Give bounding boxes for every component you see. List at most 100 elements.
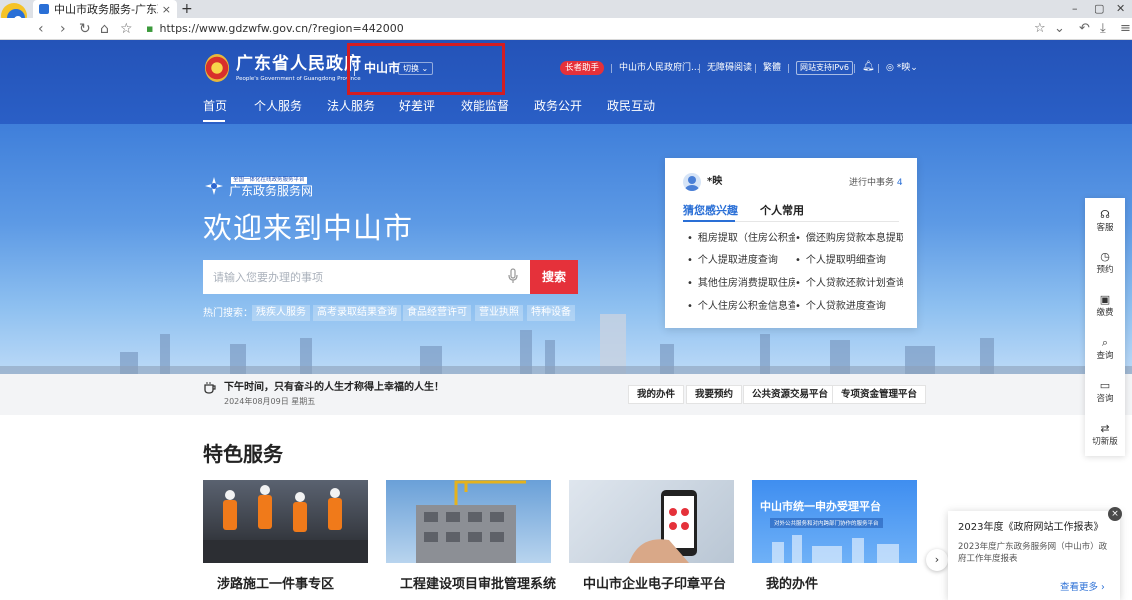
list-item[interactable]: 个人贷款进度查询 xyxy=(795,300,903,314)
nav-corporate-services[interactable]: 法人服务 xyxy=(327,98,375,114)
hot-tag-business-license[interactable]: 营业执照 xyxy=(475,305,523,321)
list-item[interactable]: 偿还购房贷款本息提取 xyxy=(795,232,903,246)
list-item[interactable]: 个人贷款还款计划查询 xyxy=(795,277,903,291)
platform-tagline: 全国一体化在线政务服务平台 xyxy=(231,177,307,184)
switch-icon: ⇄ xyxy=(1100,422,1110,435)
sidebar-query[interactable]: ⌕ 查询 xyxy=(1085,336,1125,362)
nav-efficiency-supervision[interactable]: 效能监督 xyxy=(461,98,509,114)
hot-tag-food-license[interactable]: 食品经营许可 xyxy=(403,305,471,321)
current-date: 2024年08月09日 星期五 xyxy=(224,397,316,406)
url-text: https://www.gdzwfw.gov.cn/?region=442000 xyxy=(159,22,404,35)
window-close-icon[interactable]: ✕ xyxy=(1116,1,1125,17)
reload-icon[interactable]: ↻ xyxy=(79,20,91,38)
popup-title[interactable]: 2023年度《政府网站工作报表》 xyxy=(958,521,1103,535)
notification-bell-icon[interactable]: 🔔︎ xyxy=(862,60,875,74)
microphone-icon[interactable] xyxy=(508,268,518,284)
tab-personal-frequent[interactable]: 个人常用 xyxy=(760,204,804,218)
floating-sidebar: ☊ 客服 ◷ 预约 ▣ 缴费 ⌕ 查询 ▭ 咨询 ⇄ 切新版 xyxy=(1085,198,1125,456)
tab-recommended[interactable]: 猜您感兴趣 xyxy=(683,204,738,218)
dropdown-chevron-icon[interactable]: ⌄ xyxy=(1054,20,1065,38)
coffee-cup-icon xyxy=(204,382,216,394)
accessibility-link[interactable]: 无障碍阅读 xyxy=(707,61,752,75)
back-icon[interactable]: ‹ xyxy=(38,20,44,38)
card-user-name: *映 xyxy=(707,176,723,187)
service-my-cases[interactable]: 我的办件 xyxy=(766,576,931,594)
user-menu[interactable]: ◎ *映⌄ xyxy=(886,61,918,75)
service-image-construction[interactable] xyxy=(386,480,551,563)
service-construction-approval[interactable]: 工程建设项目审批管理系统 xyxy=(400,576,565,594)
tab-active-indicator xyxy=(683,220,735,222)
nav-personal-services[interactable]: 个人服务 xyxy=(254,98,302,114)
service-image-road-works[interactable] xyxy=(203,480,368,563)
payment-icon: ▣ xyxy=(1099,293,1111,306)
sidebar-customer-service[interactable]: ☊ 客服 xyxy=(1085,208,1125,234)
address-bar: ‹ › ↻ ⌂ ☆ ▪ https://www.gdzwfw.gov.cn/?re… xyxy=(0,18,1132,40)
sidebar-payment[interactable]: ▣ 缴费 xyxy=(1085,293,1125,319)
forward-icon[interactable]: › xyxy=(60,20,66,38)
hot-tag-disabled-services[interactable]: 残疾人服务 xyxy=(252,305,310,321)
search-input[interactable] xyxy=(203,260,498,294)
search-box xyxy=(203,260,530,294)
divider xyxy=(611,64,612,73)
undo-icon[interactable]: ↶ xyxy=(1079,20,1090,38)
hot-tag-special-equipment[interactable]: 特种设备 xyxy=(527,305,575,321)
view-more-link[interactable]: 查看更多 › xyxy=(1060,582,1105,594)
in-progress-link[interactable]: 进行中事务 4 xyxy=(849,177,903,189)
traditional-chinese-link[interactable]: 繁體 xyxy=(763,61,781,75)
sidebar-appointment[interactable]: ◷ 预约 xyxy=(1085,250,1125,276)
popup-body: 2023年度广东政务服务网（中山市）政府工作年度报表 xyxy=(958,542,1108,564)
carousel-next-button[interactable]: › xyxy=(926,549,948,571)
tab-close-icon[interactable]: × xyxy=(162,3,171,16)
browser-tab-active[interactable]: 中山市政务服务-广东政 × xyxy=(33,0,177,18)
service-e-seal[interactable]: 中山市企业电子印章平台 xyxy=(583,576,748,594)
public-resource-button[interactable]: 公共资源交易平台 xyxy=(743,385,838,404)
service-image-unified-platform[interactable]: 中山市统一申办受理平台 对外公共服务和对内跨部门协作的服务平台 xyxy=(752,480,917,563)
sidebar-switch-version[interactable]: ⇄ 切新版 xyxy=(1085,422,1125,448)
my-cases-button[interactable]: 我的办件 xyxy=(628,385,685,404)
welcome-heading: 欢迎来到中山市 xyxy=(203,211,414,245)
browser-tabbar: 中山市政务服务-广东政 × + – ▢ ✕ xyxy=(0,0,1132,29)
service-road-works[interactable]: 涉路施工一件事专区 xyxy=(217,576,382,594)
maximize-icon[interactable]: ▢ xyxy=(1094,1,1104,17)
home-icon[interactable]: ⌂ xyxy=(100,20,109,38)
new-tab-button[interactable]: + xyxy=(181,1,193,17)
city-government-link[interactable]: 中山市人民政府门... xyxy=(619,61,700,75)
search-button[interactable]: 搜索 xyxy=(530,260,578,294)
nav-home[interactable]: 首页 xyxy=(203,98,227,114)
minimize-icon[interactable]: – xyxy=(1072,1,1078,17)
sidebar-label: 咨询 xyxy=(1096,394,1114,404)
popup-close-icon[interactable]: × xyxy=(1108,507,1122,521)
hero-section: 广东省人民政府 People's Government of Guangdong… xyxy=(0,40,1132,374)
divider xyxy=(755,64,756,73)
nav-service-evaluation[interactable]: 好差评 xyxy=(399,98,435,114)
hot-tag-exam-results[interactable]: 高考录取结果查询 xyxy=(313,305,401,321)
tab-title: 中山市政务服务-广东政 xyxy=(54,3,158,16)
elder-assistant-button[interactable]: 长者助手 xyxy=(560,61,605,75)
list-item[interactable]: 个人提取明细查询 xyxy=(795,254,903,268)
url-field[interactable]: ▪ https://www.gdzwfw.gov.cn/?region=44200… xyxy=(146,22,404,36)
divider xyxy=(788,64,789,73)
nav-public-interaction[interactable]: 政民互动 xyxy=(607,98,655,114)
divider xyxy=(878,64,879,73)
list-item[interactable]: 租房提取（住房公积金） xyxy=(687,232,795,246)
user-icon: ◎ xyxy=(886,63,897,73)
sidebar-consult[interactable]: ▭ 咨询 xyxy=(1085,379,1125,405)
headset-icon: ☊ xyxy=(1100,208,1110,221)
download-icon[interactable]: ⤓ xyxy=(1100,20,1106,38)
bookmark-star-icon[interactable]: ☆ xyxy=(120,20,133,38)
user-name: *映 xyxy=(896,63,911,73)
favorite-star-icon[interactable]: ☆ xyxy=(1034,20,1046,38)
chevron-down-icon: ⌄ xyxy=(910,63,918,73)
user-card: *映 进行中事务 4 猜您感兴趣 个人常用 租房提取（住房公积金） 偿还购房贷款… xyxy=(665,158,917,328)
nav-government-affairs[interactable]: 政务公开 xyxy=(534,98,582,114)
highlight-box xyxy=(347,43,505,95)
menu-icon[interactable]: ≡ xyxy=(1120,20,1131,38)
list-item[interactable]: 其他住房消费提取住房公积金 xyxy=(687,277,795,291)
appointment-button[interactable]: 我要预约 xyxy=(686,385,743,404)
sidebar-label: 预约 xyxy=(1096,265,1114,275)
national-emblem-icon xyxy=(205,54,229,82)
list-item[interactable]: 个人提取进度查询 xyxy=(687,254,795,268)
fund-management-button[interactable]: 专项资金管理平台 xyxy=(832,385,927,404)
list-item[interactable]: 个人住房公积金信息查询 xyxy=(687,300,795,314)
service-image-e-seal[interactable] xyxy=(569,480,734,563)
